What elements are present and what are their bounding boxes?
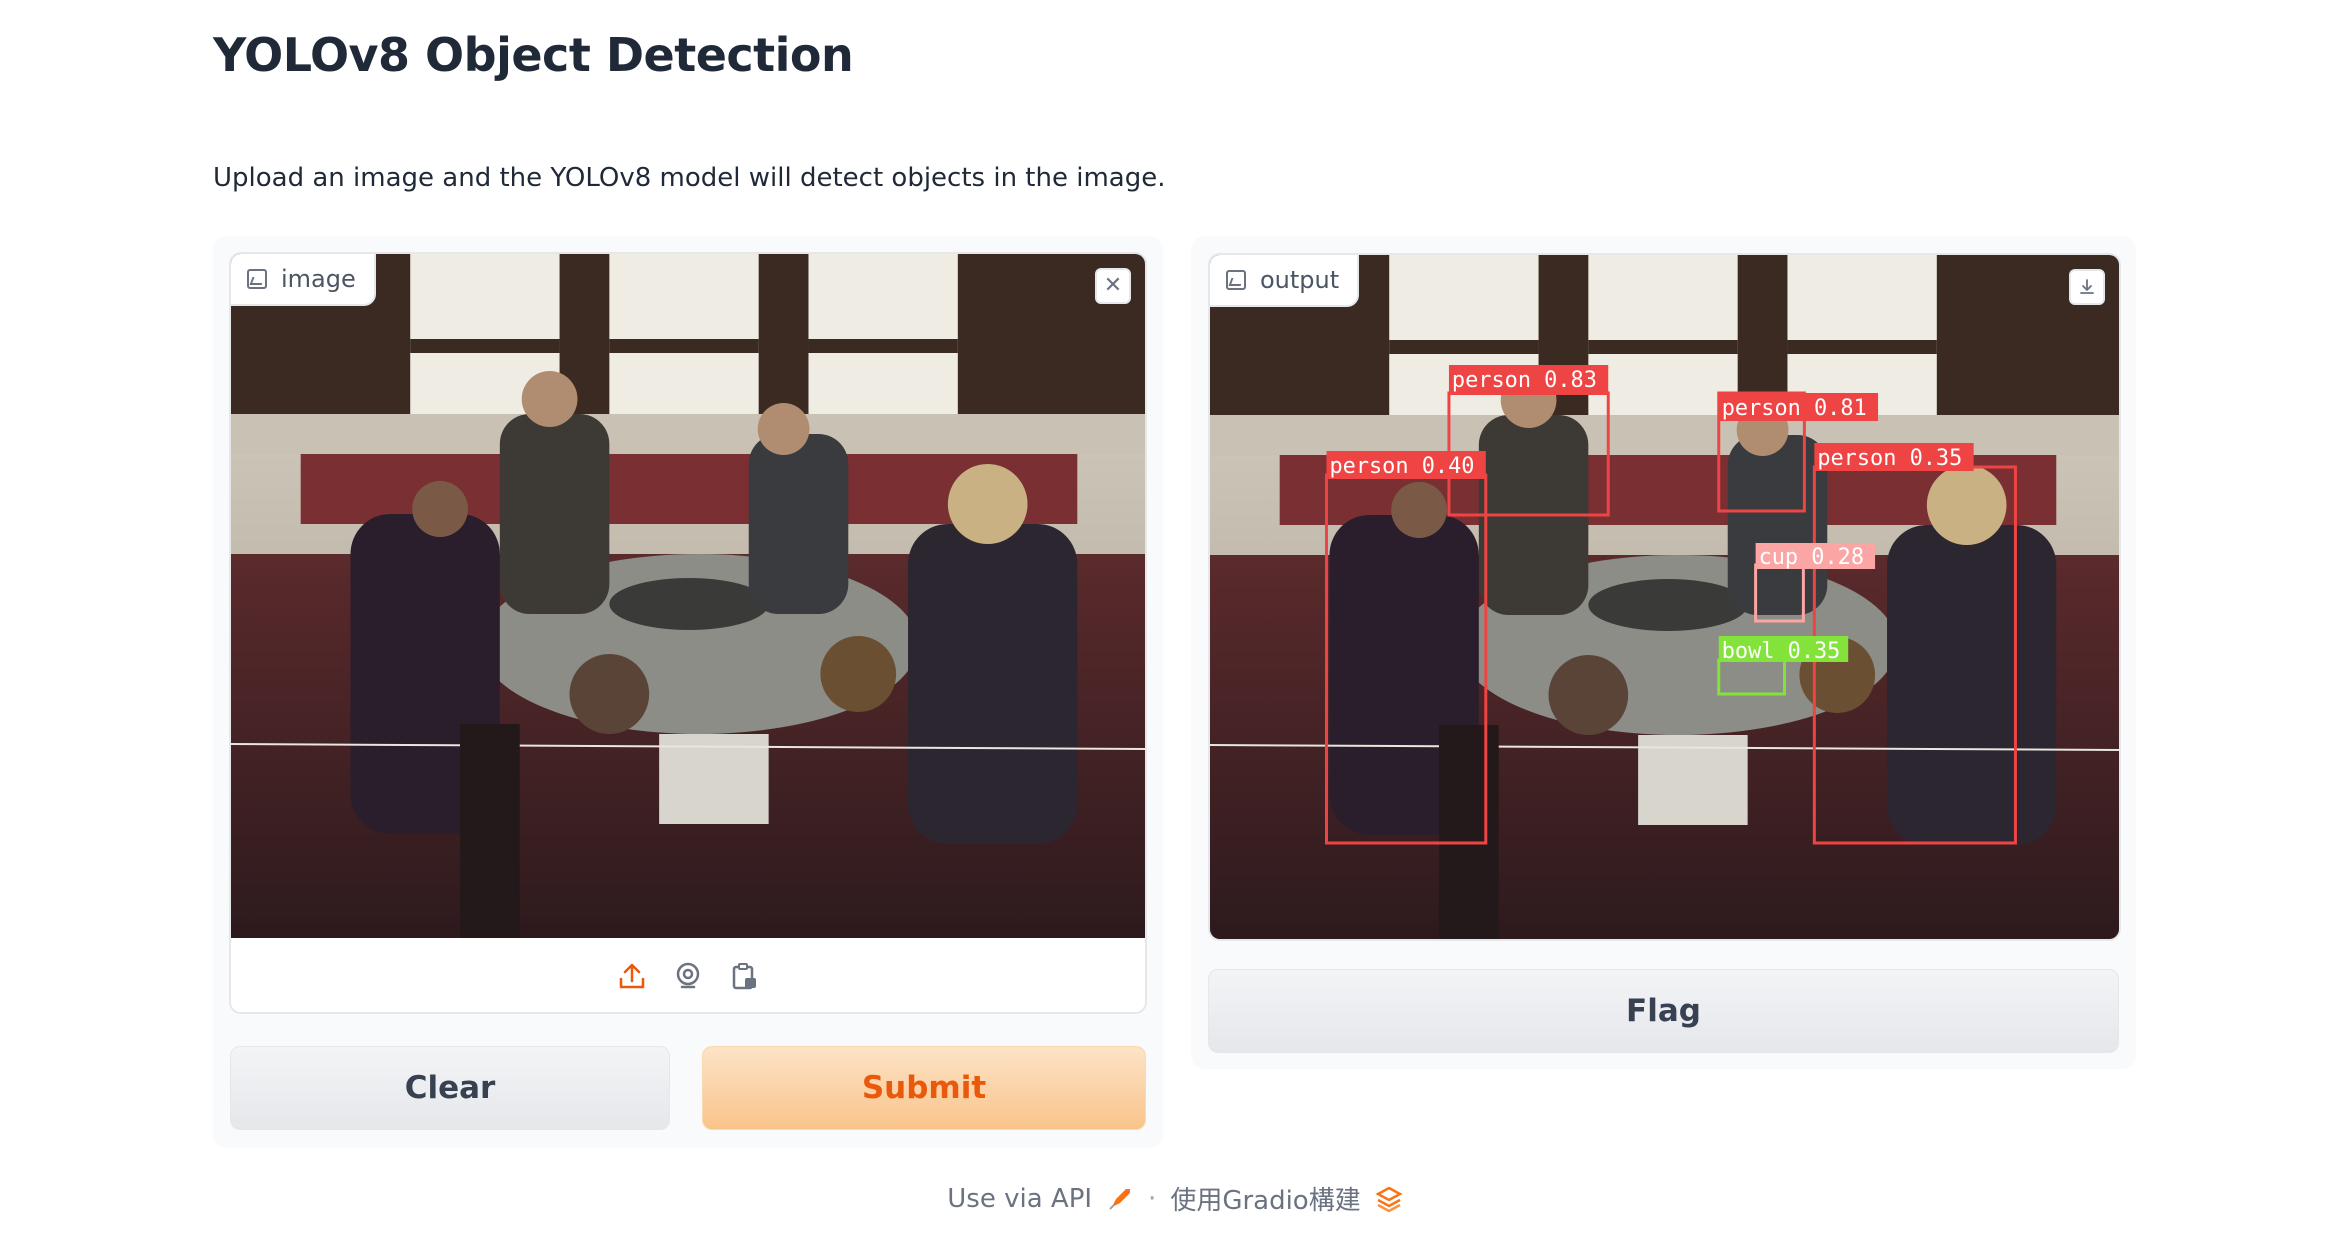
detection-label: person 0.35: [1817, 446, 1962, 471]
input-source-bar: [231, 938, 1145, 1012]
image-input-label: image: [231, 254, 376, 306]
image-output: output person 0.83 person 0.81 person 0.…: [1208, 253, 2121, 941]
image-output-label-text: output: [1260, 266, 1340, 294]
webcam-button[interactable]: [671, 959, 705, 993]
output-photo: person 0.83 person 0.81 person 0.40 pers…: [1210, 255, 2119, 939]
page-description: Upload an image and the YOLOv8 model wil…: [213, 163, 1166, 193]
image-output-label: output: [1210, 255, 1360, 307]
detection-label: person 0.81: [1722, 396, 1867, 421]
close-icon: ✕: [1103, 273, 1123, 298]
webcam-icon: [676, 962, 700, 989]
image-icon: [247, 269, 267, 289]
footer: Use via API · 使用Gradio構建: [0, 1180, 2350, 1217]
image-input[interactable]: image ✕: [229, 252, 1147, 1014]
clipboard-icon: [732, 963, 756, 990]
input-panel: image ✕ Clear Submit: [213, 236, 1163, 1148]
upload-button[interactable]: [615, 959, 649, 993]
clear-image-button[interactable]: ✕: [1095, 268, 1131, 304]
gradio-logo-icon: [1375, 1186, 1403, 1212]
page-title: YOLOv8 Object Detection: [213, 28, 854, 82]
output-panel: output person 0.83 person 0.81 person 0.…: [1191, 236, 2136, 1069]
detection-label: person 0.40: [1329, 454, 1474, 479]
footer-separator: ·: [1148, 1183, 1157, 1214]
submit-button[interactable]: Submit: [702, 1046, 1146, 1130]
clipboard-button[interactable]: [727, 959, 761, 993]
image-input-label-text: image: [281, 265, 356, 293]
image-icon: [1226, 270, 1246, 290]
download-icon: [2080, 279, 2094, 294]
use-via-api-link[interactable]: Use via API: [947, 1184, 1092, 1214]
detection-label: cup 0.28: [1759, 545, 1864, 570]
built-with-gradio-link[interactable]: 使用Gradio構建: [1170, 1180, 1360, 1217]
clear-button[interactable]: Clear: [230, 1046, 670, 1130]
flag-button[interactable]: Flag: [1208, 969, 2119, 1053]
detection-label: bowl 0.35: [1722, 639, 1841, 664]
rocket-icon: [1109, 1188, 1131, 1210]
input-photo: [231, 254, 1145, 938]
detection-label: person 0.83: [1452, 368, 1597, 393]
download-button[interactable]: [2069, 269, 2105, 305]
upload-icon: [619, 963, 645, 989]
